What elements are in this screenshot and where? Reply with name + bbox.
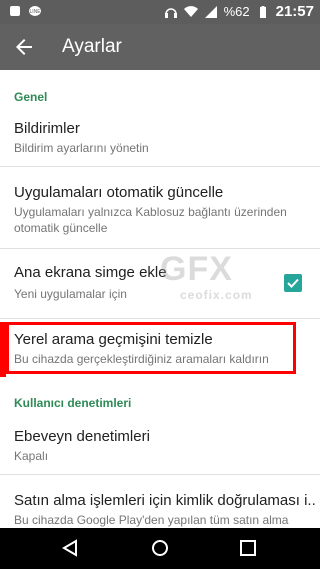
recents-square-icon[interactable] [238, 538, 258, 558]
setting-parental-controls[interactable]: Ebeveyn denetimleri Kapalı [0, 414, 320, 470]
setting-title: Satın alma işlemleri için kimlik doğrula… [14, 492, 316, 509]
navigation-bar [0, 528, 320, 569]
setting-title: Ana ekrana simge ekle [14, 264, 167, 281]
setting-purchase-auth[interactable]: Satın alma işlemleri için kimlik doğrula… [0, 474, 320, 528]
setting-title: Ebeveyn denetimleri [14, 428, 150, 445]
setting-subtitle: Bu cihazda gerçekleştirdiğiniz aramaları… [14, 352, 269, 366]
wifi-icon [183, 5, 198, 17]
settings-list[interactable]: Genel Bildirimler Bildirim ayarlarını yö… [0, 70, 320, 528]
status-bar: LINE %62 21:57 [0, 0, 320, 24]
setting-subtitle: Bildirim ayarlarını yönetin [14, 141, 149, 155]
setting-notifications[interactable]: Bildirimler Bildirim ayarlarını yönetin [0, 108, 320, 160]
back-triangle-icon[interactable] [60, 538, 80, 558]
status-left: LINE [8, 4, 42, 18]
svg-text:LINE: LINE [29, 9, 41, 15]
divider [0, 318, 320, 319]
setting-subtitle: Kapalı [14, 449, 49, 463]
status-right: %62 21:57 [164, 3, 314, 20]
setting-title: Uygulamaları otomatik güncelle [14, 184, 224, 201]
line-app-icon: LINE [29, 6, 41, 16]
setting-subtitle: Uygulamaları yalnızca Kablosuz bağlantı … [14, 205, 287, 235]
watermark-site: ceofix.com [180, 288, 253, 302]
signal-icon [204, 5, 217, 18]
app-bar: Ayarlar [0, 24, 320, 70]
home-circle-icon[interactable] [150, 538, 170, 558]
battery-icon [259, 5, 266, 18]
notification-icon [10, 6, 20, 16]
battery-percent: %62 [223, 4, 250, 19]
page-title: Ayarlar [62, 36, 122, 57]
watermark: GFX ceofix.com [160, 250, 280, 310]
section-header-general: Genel [14, 90, 48, 104]
setting-title: Bildirimler [14, 120, 80, 137]
check-icon [287, 278, 299, 288]
headset-icon [164, 7, 177, 18]
setting-clear-history[interactable]: Yerel arama geçmişini temizle Bu cihazda… [0, 322, 320, 377]
section-header-user-controls: Kullanıcı denetimleri [14, 396, 132, 410]
setting-title: Yerel arama geçmişini temizle [14, 331, 213, 348]
clock: 21:57 [275, 3, 314, 20]
home-icon-checkbox[interactable] [284, 274, 302, 292]
setting-auto-update[interactable]: Uygulamaları otomatik güncelle Uygulamal… [0, 166, 320, 244]
watermark-logo: GFX [160, 250, 233, 288]
arrow-left-icon[interactable] [12, 35, 36, 59]
setting-subtitle: Bu cihazda Google Play'den yapılan tüm s… [14, 513, 289, 527]
